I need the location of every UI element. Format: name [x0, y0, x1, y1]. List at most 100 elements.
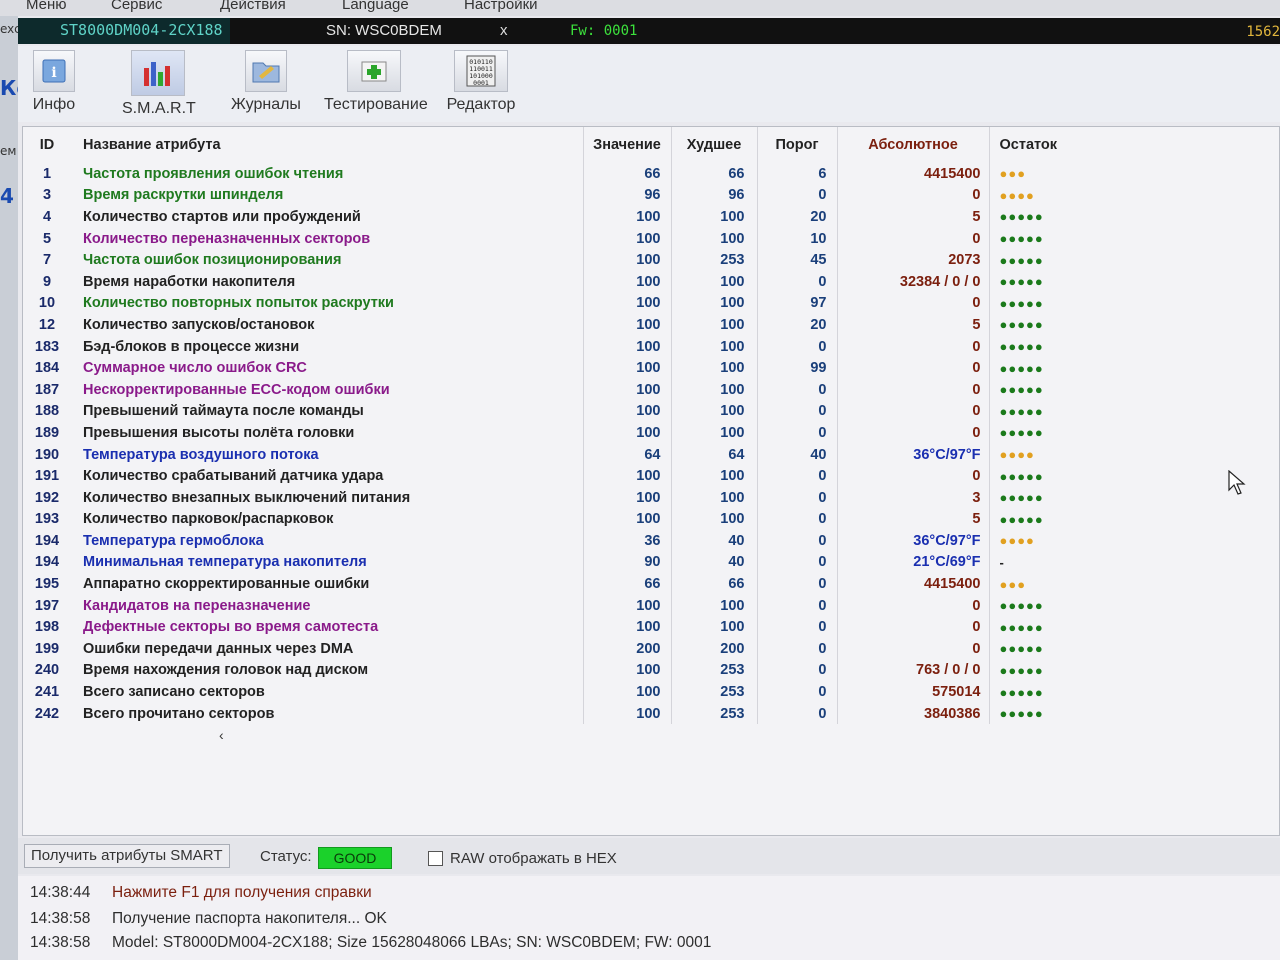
- table-row[interactable]: 7 Частота ошибок позиционирования 100 253 45…: [23, 249, 1075, 271]
- attr-worst: 100: [670, 465, 757, 487]
- table-row[interactable]: 190 Температура воздушного потока 64 64 40 36…: [23, 443, 1075, 466]
- header-value[interactable]: Значение: [582, 127, 671, 163]
- toolbar-smart-button[interactable]: S.M.A.R.T: [122, 50, 196, 118]
- attr-remaining: ●●●●●: [988, 465, 1075, 487]
- attr-raw: 0: [836, 400, 989, 423]
- menu-item-settings[interactable]: Настройки: [464, 0, 538, 13]
- attr-raw: 0: [836, 292, 989, 315]
- table-row[interactable]: 187 Нескорректированные ECC-кодом ошибки 1…: [23, 378, 1075, 401]
- table-row[interactable]: 183 Бэд-блоков в процессе жизни 100 100 0 0 ●●…: [23, 335, 1075, 358]
- header-name[interactable]: Название атрибута: [79, 127, 583, 163]
- log-entry: 14:38:44 Нажмите F1 для получения справки: [30, 884, 372, 902]
- attr-worst: 100: [670, 616, 757, 639]
- header-id[interactable]: ID: [23, 127, 79, 163]
- attr-threshold: 0: [756, 335, 837, 358]
- attr-value: 100: [582, 616, 671, 639]
- smart-chart-icon: [131, 50, 185, 96]
- smart-table-panel: ID Название атрибута Значение Худшее Пор…: [22, 126, 1280, 836]
- table-row[interactable]: 241 Всего записано секторов 100 253 0 575014 ●…: [23, 681, 1075, 703]
- attr-raw: 3840386: [836, 702, 989, 725]
- attr-threshold: 99: [756, 357, 837, 379]
- toolbar-info-button[interactable]: i Инфо: [30, 50, 78, 114]
- toolbar-logs-button[interactable]: Журналы: [230, 50, 302, 114]
- toolbar-editor-button[interactable]: 010110 110011 101000 0001 Редактор: [446, 50, 516, 114]
- device-firmware: Fw: 0001: [570, 23, 638, 39]
- table-row[interactable]: 194 Температура гермоблока 36 40 0 36°C/97°F ●…: [23, 530, 1075, 552]
- attr-worst: 100: [670, 594, 757, 617]
- attr-worst: 100: [670, 227, 757, 250]
- table-row[interactable]: 198 Дефектные секторы во время самотеста 1…: [23, 616, 1075, 639]
- attr-threshold: 0: [756, 270, 837, 293]
- attr-value: 100: [582, 206, 671, 228]
- svg-text:i: i: [51, 65, 56, 81]
- header-remaining[interactable]: Остаток: [988, 127, 1075, 163]
- attr-name: Количество парковок/распарковок: [83, 511, 334, 528]
- attr-value: 36: [582, 530, 671, 552]
- close-device-button[interactable]: x: [500, 22, 508, 39]
- table-row[interactable]: 3 Время раскрутки шпинделя 96 96 0 0 ●●●●: [23, 184, 1075, 207]
- table-row[interactable]: 4 Количество стартов или пробуждений 100 10…: [23, 206, 1075, 228]
- get-smart-button[interactable]: Получить атрибуты SMART: [24, 844, 230, 868]
- attr-remaining: ●●●●: [988, 530, 1075, 552]
- attr-remaining: ●●●●●: [988, 594, 1075, 617]
- table-row[interactable]: 242 Всего прочитано секторов 100 253 0 384038…: [23, 702, 1075, 725]
- table-row[interactable]: 197 Кандидатов на переназначение 100 100 0 0 ●…: [23, 594, 1075, 617]
- toolbar: i Инфо S.M.A.R.T Журналы Тестирование 01…: [18, 46, 1280, 122]
- attr-name: Количество переназначенных секторов: [83, 230, 371, 247]
- toolbar-testing-button[interactable]: Тестирование: [324, 50, 428, 114]
- header-threshold[interactable]: Порог: [756, 127, 837, 163]
- menu-item-actions[interactable]: Действия: [220, 0, 286, 13]
- raw-hex-label[interactable]: RAW отображать в HEX: [450, 850, 617, 867]
- table-row[interactable]: 240 Время нахождения головок над диском 10…: [23, 659, 1075, 682]
- table-row[interactable]: 189 Превышения высоты полёта головки 100 10…: [23, 422, 1075, 444]
- attr-worst: 253: [670, 702, 757, 725]
- attr-remaining: ●●●●: [988, 184, 1075, 207]
- attr-id: 199: [34, 640, 60, 657]
- table-row[interactable]: 191 Количество срабатываний датчика удара…: [23, 465, 1075, 487]
- attr-id: 241: [34, 684, 60, 701]
- attr-value: 100: [582, 681, 671, 703]
- header-worst[interactable]: Худшее: [670, 127, 757, 163]
- menu-item-language[interactable]: Language: [342, 0, 409, 13]
- log-panel: 14:38:44 Нажмите F1 для получения справки…: [18, 876, 1280, 960]
- attr-id: 191: [34, 468, 60, 485]
- attr-id: 1: [42, 165, 52, 182]
- logs-folder-icon: [245, 50, 287, 92]
- attr-raw: 0: [836, 422, 989, 444]
- attr-name: Суммарное число ошибок CRC: [83, 360, 307, 377]
- table-row[interactable]: 184 Суммарное число ошибок CRC 100 100 99 0 ●●…: [23, 357, 1075, 379]
- table-row[interactable]: 194 Минимальная температура накопителя 90 4…: [23, 551, 1075, 574]
- table-row[interactable]: 1 Частота проявления ошибок чтения 66 66 6 44…: [23, 163, 1075, 185]
- attr-value: 100: [582, 659, 671, 682]
- table-row[interactable]: 12 Количество запусков/остановок 100 100 20 5…: [23, 314, 1075, 336]
- menu-item-menu[interactable]: Меню: [26, 0, 67, 13]
- attr-value: 100: [582, 314, 671, 336]
- attr-id: 190: [34, 446, 60, 463]
- menu-item-service[interactable]: Сервис: [111, 0, 162, 13]
- raw-hex-checkbox[interactable]: [428, 851, 443, 866]
- attr-remaining: ●●●●●: [988, 638, 1075, 660]
- attr-name: Температура гермоблока: [83, 532, 264, 549]
- table-row[interactable]: 195 Аппаратно скорректированные ошибки 66 6…: [23, 573, 1075, 595]
- log-text: Нажмите F1 для получения справки: [112, 884, 372, 901]
- attr-value: 100: [582, 335, 671, 358]
- attr-name: Количество внезапных выключений питания: [83, 489, 411, 506]
- table-row[interactable]: 188 Превышений таймаута после команды 100 1…: [23, 400, 1075, 423]
- table-row[interactable]: 10 Количество повторных попыток раскрутки…: [23, 292, 1075, 315]
- table-row[interactable]: 192 Количество внезапных выключений питан…: [23, 486, 1075, 509]
- attr-raw: 4415400: [836, 163, 989, 185]
- attr-name: Всего прочитано секторов: [83, 705, 275, 722]
- attr-name: Количество срабатываний датчика удара: [83, 468, 384, 485]
- attr-value: 100: [582, 357, 671, 379]
- attr-remaining: ●●●●●: [988, 270, 1075, 293]
- table-row[interactable]: 193 Количество парковок/распарковок 100 100…: [23, 508, 1075, 531]
- attr-name: Минимальная температура накопителя: [83, 554, 367, 571]
- table-row[interactable]: 9 Время наработки накопителя 100 100 0 32384 …: [23, 270, 1075, 293]
- header-raw[interactable]: Абсолютное: [836, 127, 989, 163]
- attr-threshold: 0: [756, 551, 837, 574]
- table-row[interactable]: 199 Ошибки передачи данных через DMA 200 20…: [23, 638, 1075, 660]
- table-row[interactable]: 5 Количество переназначенных секторов 100 1…: [23, 227, 1075, 250]
- attr-name: Частота ошибок позиционирования: [83, 252, 342, 269]
- attr-remaining: ●●●●●: [988, 249, 1075, 271]
- device-tab[interactable]: ST8000DM004-2CX188: [18, 18, 230, 44]
